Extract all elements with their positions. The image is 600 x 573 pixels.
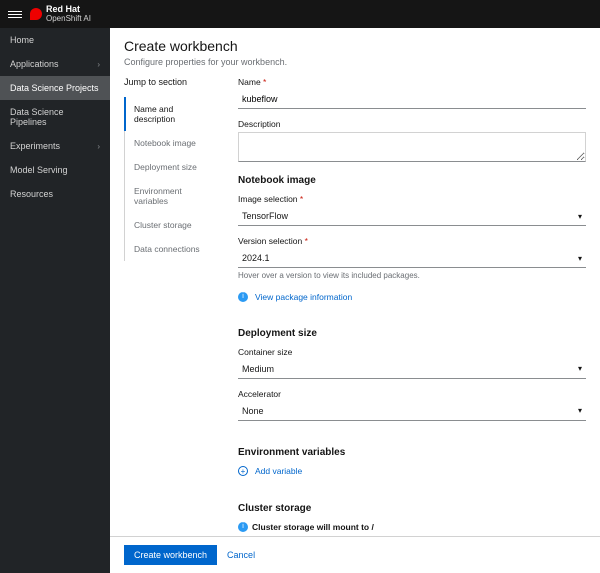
- sidebar-item-applications[interactable]: Applications ›: [0, 52, 110, 76]
- section-heading: Notebook image: [238, 175, 586, 186]
- name-input[interactable]: [238, 90, 586, 109]
- view-package-info-link[interactable]: i View package information: [238, 292, 352, 302]
- chevron-right-icon: ›: [97, 142, 100, 151]
- description-label: Description: [238, 119, 586, 129]
- section-heading: Cluster storage: [238, 503, 586, 514]
- sidebar-item-experiments[interactable]: Experiments ›: [0, 134, 110, 158]
- select-value: TensorFlow: [242, 211, 288, 221]
- sidebar-item-label: Home: [10, 35, 34, 45]
- container-size-select[interactable]: Medium ▾: [238, 360, 586, 379]
- create-workbench-button[interactable]: Create workbench: [124, 545, 217, 565]
- cancel-button[interactable]: Cancel: [227, 550, 255, 560]
- jump-link-name-description[interactable]: Name and description: [124, 97, 224, 131]
- mount-info: i Cluster storage will mount to /: [238, 522, 586, 532]
- info-icon: i: [238, 522, 248, 532]
- image-selection-select[interactable]: TensorFlow ▾: [238, 207, 586, 226]
- sidebar-item-label: Data Science Projects: [10, 83, 99, 93]
- name-label: Name: [238, 77, 586, 87]
- chevron-down-icon: ▾: [578, 406, 582, 415]
- page-title: Create workbench: [124, 38, 586, 54]
- jump-link-data-connections[interactable]: Data connections: [124, 237, 224, 261]
- jump-link-notebook-image[interactable]: Notebook image: [124, 131, 224, 155]
- add-variable-link[interactable]: + Add variable: [238, 466, 302, 476]
- chevron-right-icon: ›: [97, 60, 100, 69]
- section-deployment-size: Deployment size Container size Medium ▾ …: [238, 328, 586, 421]
- field-name: Name: [238, 77, 586, 109]
- sidebar-nav: Home Applications › Data Science Projects…: [0, 28, 110, 573]
- sidebar-item-label: Resources: [10, 189, 53, 199]
- page-header: Create workbench Configure properties fo…: [110, 28, 600, 71]
- brand: Red Hat OpenShift AI: [30, 5, 91, 24]
- plus-circle-icon: +: [238, 466, 248, 476]
- sidebar-item-model-serving[interactable]: Model Serving: [0, 158, 110, 182]
- masthead: Red Hat OpenShift AI: [0, 0, 600, 28]
- mount-info-text: Cluster storage will mount to /: [252, 522, 374, 532]
- sidebar-item-label: Applications: [10, 59, 59, 69]
- sidebar-item-label: Experiments: [10, 141, 60, 151]
- redhat-logo-icon: [30, 8, 42, 20]
- section-notebook-image: Notebook image Image selection TensorFlo…: [238, 175, 586, 302]
- jump-links: Jump to section Name and description Not…: [124, 71, 224, 546]
- container-size-label: Container size: [238, 347, 586, 357]
- image-selection-label: Image selection: [238, 194, 586, 204]
- sidebar-item-data-science-pipelines[interactable]: Data Science Pipelines: [0, 100, 110, 134]
- version-selection-label: Version selection: [238, 236, 586, 246]
- jump-title: Jump to section: [124, 77, 224, 87]
- link-text: View package information: [255, 292, 352, 302]
- footer-actions: Create workbench Cancel: [110, 536, 600, 573]
- select-value: Medium: [242, 364, 274, 374]
- sidebar-item-label: Data Science Pipelines: [10, 107, 100, 127]
- select-value: 2024.1: [242, 253, 270, 263]
- jump-link-deployment-size[interactable]: Deployment size: [124, 155, 224, 179]
- sidebar-item-label: Model Serving: [10, 165, 68, 175]
- field-description: Description: [238, 119, 586, 165]
- main-content: Create workbench Configure properties fo…: [110, 28, 600, 573]
- chevron-down-icon: ▾: [578, 254, 582, 263]
- page-description: Configure properties for your workbench.: [124, 57, 586, 67]
- sidebar-item-resources[interactable]: Resources: [0, 182, 110, 206]
- description-textarea[interactable]: [238, 132, 586, 162]
- section-heading: Deployment size: [238, 328, 586, 339]
- accelerator-select[interactable]: None ▾: [238, 402, 586, 421]
- form-column: Name Description Notebook image Image se…: [238, 71, 586, 546]
- info-icon: i: [238, 292, 248, 302]
- version-selection-select[interactable]: 2024.1 ▾: [238, 249, 586, 268]
- chevron-down-icon: ▾: [578, 212, 582, 221]
- select-value: None: [242, 406, 264, 416]
- sidebar-item-home[interactable]: Home: [0, 28, 110, 52]
- jump-link-cluster-storage[interactable]: Cluster storage: [124, 213, 224, 237]
- version-helper-text: Hover over a version to view its include…: [238, 271, 586, 280]
- chevron-down-icon: ▾: [578, 364, 582, 373]
- menu-toggle-icon[interactable]: [8, 7, 22, 21]
- sidebar-item-data-science-projects[interactable]: Data Science Projects: [0, 76, 110, 100]
- brand-subtitle: OpenShift AI: [46, 15, 91, 24]
- accelerator-label: Accelerator: [238, 389, 586, 399]
- section-heading: Environment variables: [238, 447, 586, 458]
- section-environment-variables: Environment variables + Add variable: [238, 447, 586, 477]
- link-text: Add variable: [255, 466, 302, 476]
- jump-link-environment-variables[interactable]: Environment variables: [124, 179, 224, 213]
